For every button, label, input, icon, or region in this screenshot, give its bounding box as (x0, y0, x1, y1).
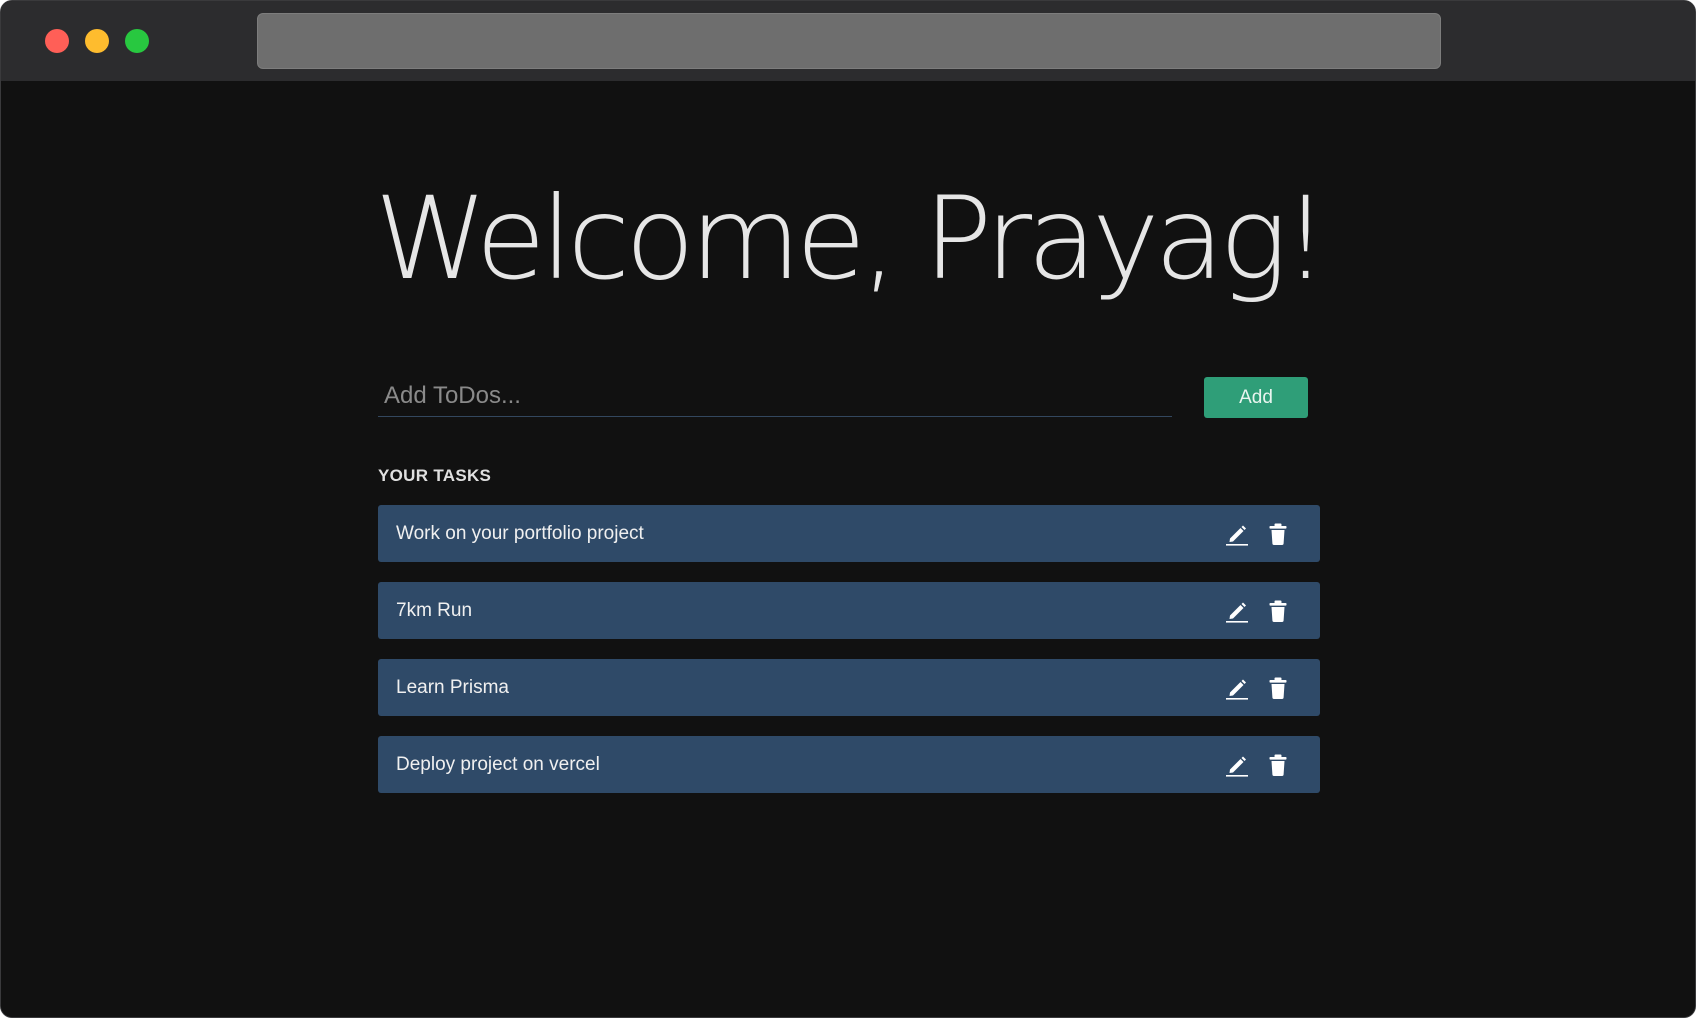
browser-window: Welcome, Prayag! Add YOUR TASKS Work on … (0, 0, 1696, 1018)
page-title: Welcome, Prayag! (374, 172, 1329, 305)
address-bar[interactable] (257, 13, 1441, 69)
task-text: 7km Run (396, 600, 473, 621)
task-text: Work on your portfolio project (396, 523, 644, 544)
maximize-window-button[interactable] (125, 29, 149, 53)
pencil-icon[interactable] (1225, 522, 1249, 546)
pencil-icon[interactable] (1225, 753, 1249, 777)
task-item: Learn Prisma (378, 659, 1320, 716)
trash-icon[interactable] (1266, 522, 1290, 546)
page-content: Welcome, Prayag! Add YOUR TASKS Work on … (1, 81, 1695, 1017)
task-text: Learn Prisma (396, 677, 509, 698)
pencil-icon[interactable] (1225, 599, 1249, 623)
trash-icon[interactable] (1266, 753, 1290, 777)
task-text: Deploy project on vercel (396, 754, 600, 775)
close-window-button[interactable] (45, 29, 69, 53)
tasks-section-label: YOUR TASKS (378, 466, 492, 485)
title-bar (1, 1, 1695, 81)
task-item: Deploy project on vercel (378, 736, 1320, 793)
trash-icon[interactable] (1266, 676, 1290, 700)
task-item: Work on your portfolio project (378, 505, 1320, 562)
add-todo-input[interactable] (378, 375, 1172, 417)
minimize-window-button[interactable] (85, 29, 109, 53)
trash-icon[interactable] (1266, 599, 1290, 623)
task-item: 7km Run (378, 582, 1320, 639)
task-list: Work on your portfolio project 7km Run L… (378, 505, 1320, 813)
add-button[interactable]: Add (1204, 377, 1308, 418)
pencil-icon[interactable] (1225, 676, 1249, 700)
